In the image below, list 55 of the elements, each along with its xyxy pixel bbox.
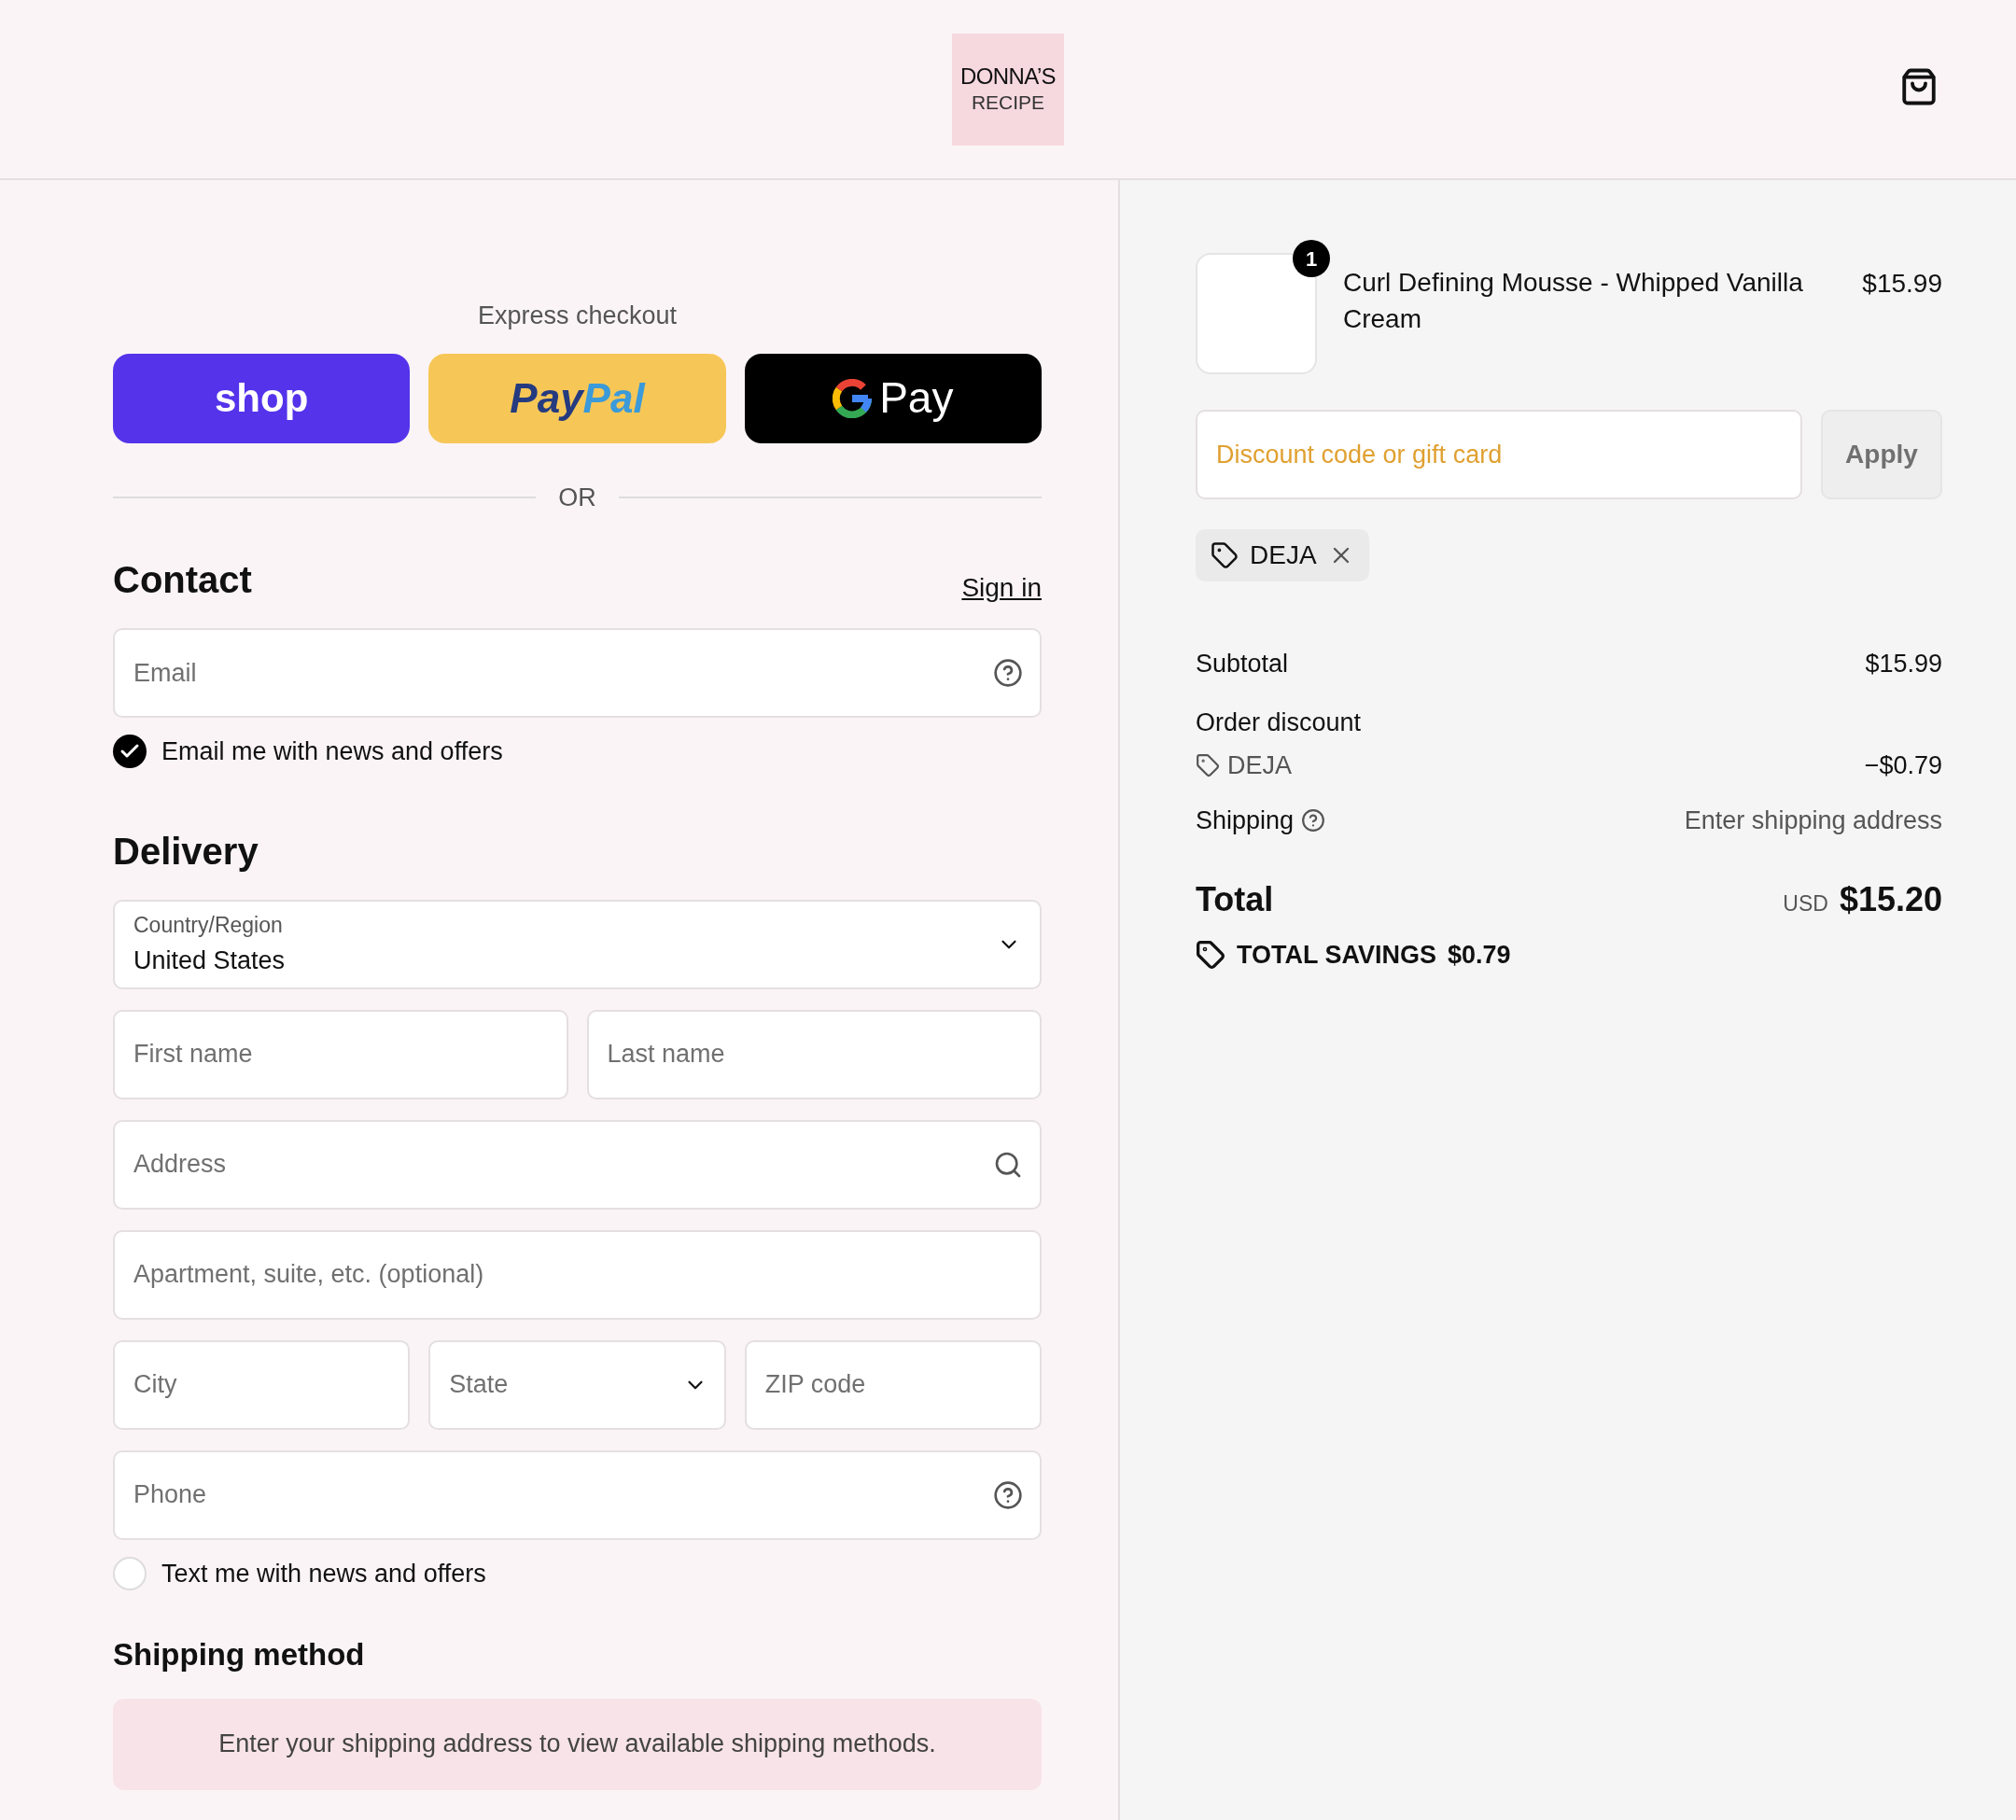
help-icon[interactable] — [993, 658, 1023, 688]
divider-text: OR — [558, 482, 596, 513]
checkbox[interactable] — [113, 1556, 147, 1590]
apartment-field[interactable]: Apartment, suite, etc. (optional) — [113, 1229, 1042, 1320]
paypal-button[interactable]: PayPal — [428, 353, 726, 443]
checkbox[interactable] — [113, 735, 147, 769]
checkbox-label: Email me with news and offers — [161, 736, 503, 767]
section-label: Express checkout — [476, 301, 679, 331]
section-heading: Contact — [113, 558, 252, 602]
total-label: Total — [1196, 879, 1274, 920]
discount-code: DEJA — [1250, 539, 1317, 571]
section-heading: Delivery — [113, 829, 259, 874]
total-value: $15.20 — [1839, 879, 1942, 920]
field-label: Country/Region — [133, 912, 284, 939]
product-name: Curl Defining Mousse - Whipped Vanilla Cream — [1343, 267, 1804, 335]
logo[interactable]: DONNA’S RECIPE — [952, 33, 1064, 146]
country-select[interactable]: Country/Region United States — [113, 899, 1042, 989]
discount-code-field[interactable]: Discount code or gift card — [1196, 410, 1802, 499]
tag-icon — [1211, 541, 1239, 569]
summary-label: Subtotal — [1196, 649, 1289, 679]
summary-value: −$0.79 — [1864, 750, 1942, 781]
shipping-notice: Enter your shipping address to view available shipping methods. — [113, 1698, 1042, 1790]
checkbox-label: Text me with news and offers — [161, 1558, 486, 1589]
help-icon[interactable] — [1301, 807, 1326, 833]
discount-code: DEJA — [1227, 750, 1293, 781]
tag-icon — [1196, 940, 1225, 971]
shopping-bag-icon[interactable] — [1899, 67, 1939, 106]
section-heading: Shipping method — [113, 1636, 366, 1673]
last-name-field[interactable]: Last name — [586, 1009, 1042, 1099]
shop-pay-button[interactable]: shop — [113, 353, 411, 443]
state-select[interactable]: State — [428, 1339, 726, 1430]
address-field[interactable]: Address — [113, 1119, 1042, 1210]
product-price: $15.99 — [1862, 268, 1942, 300]
summary-value: Enter shipping address — [1684, 805, 1942, 836]
zip-code-field[interactable]: ZIP code — [744, 1339, 1042, 1430]
quantity-badge: 1 — [1293, 240, 1330, 277]
sign-in-link[interactable]: Sign in — [961, 568, 1042, 608]
google-pay-button[interactable]: Pay — [744, 353, 1042, 443]
first-name-field[interactable]: First name — [113, 1009, 568, 1099]
apply-button[interactable]: Apply — [1821, 410, 1942, 499]
summary-label: Shipping — [1196, 805, 1295, 836]
help-icon[interactable] — [993, 1479, 1023, 1510]
email-field[interactable]: Email — [113, 628, 1042, 718]
summary-value: $15.99 — [1865, 649, 1942, 679]
city-field[interactable]: City — [113, 1339, 411, 1430]
logo-text: DONNA’S — [960, 63, 1056, 91]
field-value: United States — [133, 945, 287, 976]
logo-text: RECIPE — [971, 91, 1045, 116]
currency-code: USD — [1783, 890, 1828, 917]
summary-label: Order discount — [1196, 707, 1363, 738]
phone-field[interactable]: Phone — [113, 1449, 1042, 1540]
tag-icon — [1196, 753, 1220, 778]
savings-label: TOTAL SAVINGS — [1237, 940, 1437, 971]
savings-value: $0.79 — [1448, 940, 1511, 971]
g-logo-icon — [833, 378, 873, 418]
